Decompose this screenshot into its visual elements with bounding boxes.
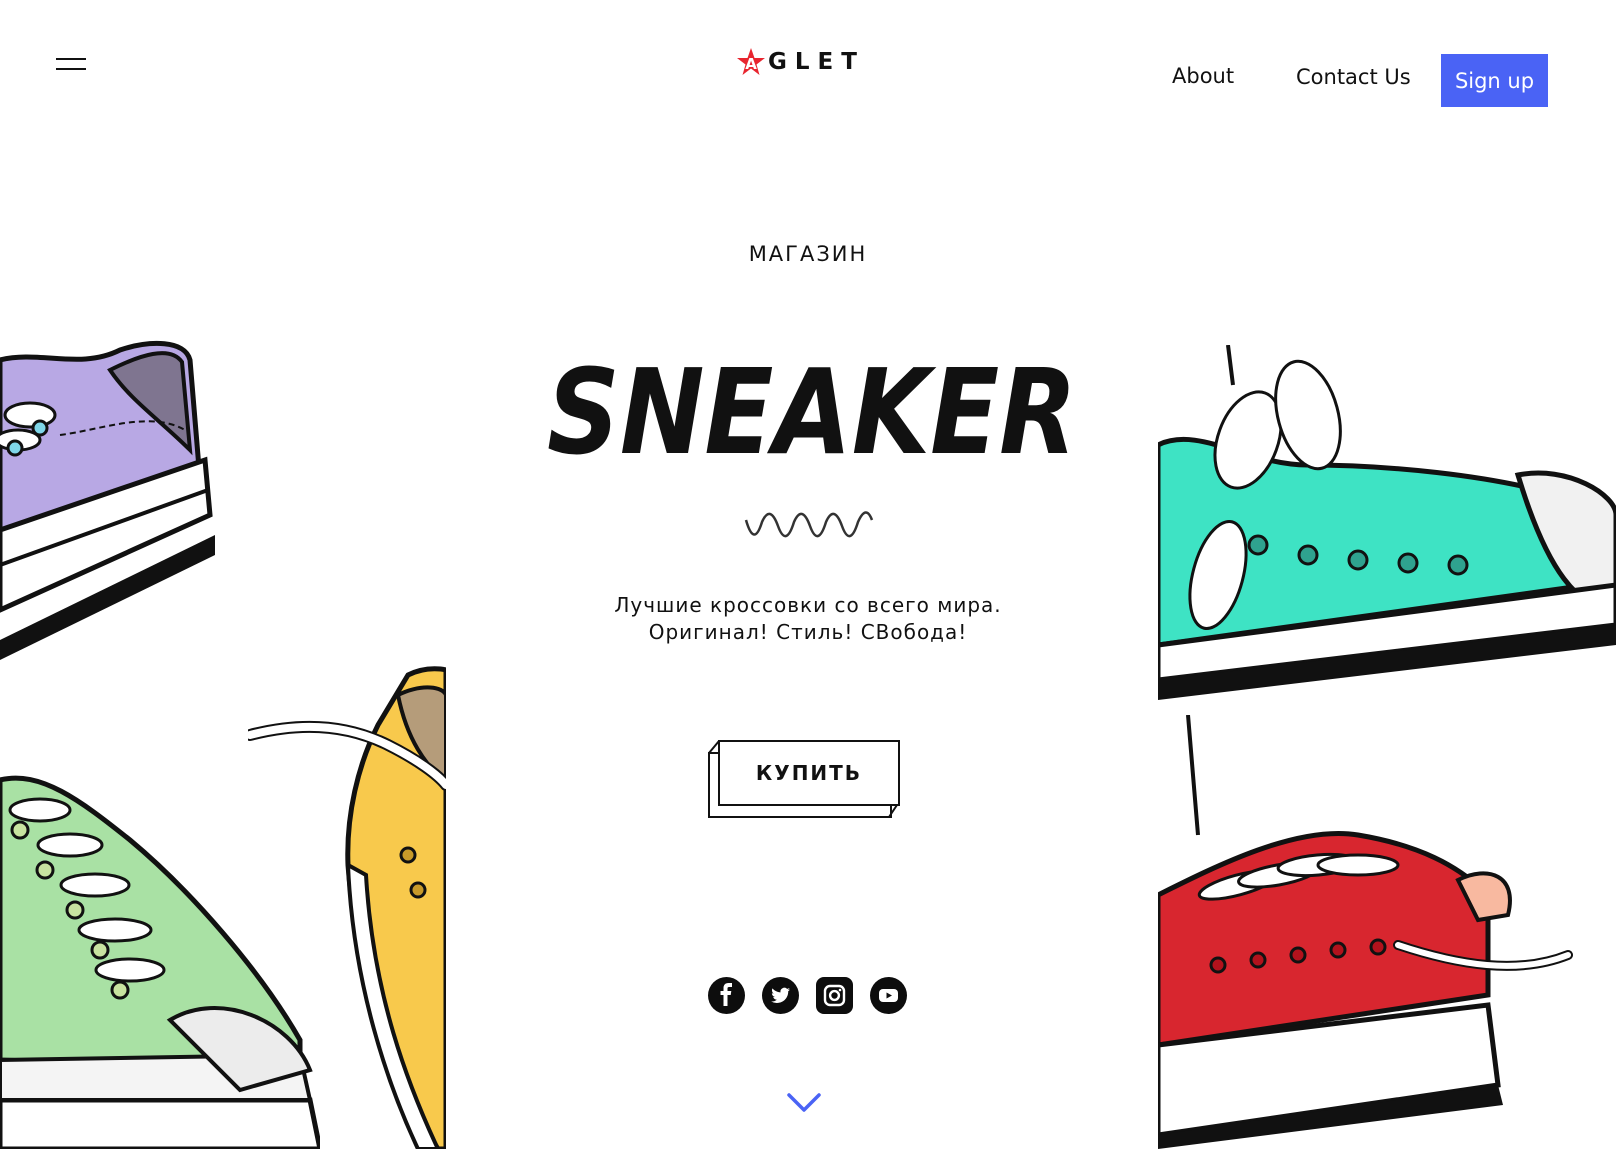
yellow-sneaker-illustration [248, 666, 446, 1149]
nav-contact-link[interactable]: Contact Us [1296, 65, 1411, 89]
menu-line-top [56, 58, 86, 60]
facebook-icon[interactable] [708, 977, 745, 1014]
store-kicker: МАГАЗИН [748, 242, 868, 266]
menu-line-bottom [56, 68, 86, 70]
social-links [708, 977, 907, 1014]
instagram-icon[interactable] [816, 977, 853, 1014]
twitter-icon[interactable] [762, 977, 799, 1014]
wave-divider [744, 511, 874, 538]
brand-logo[interactable]: A GLET [736, 44, 865, 80]
hero-tagline: Лучшие кроссовки со всего мира. Оригинал… [508, 592, 1108, 646]
purple-sneaker-illustration [0, 340, 215, 660]
red-sneaker-illustration [1158, 715, 1573, 1149]
sign-up-button[interactable]: Sign up [1441, 54, 1548, 107]
logo-text: GLET [768, 49, 865, 75]
tagline-line-2: Оригинал! Стиль! СВобода! [648, 620, 968, 644]
star-logo-icon: A [737, 48, 765, 75]
buy-button-label: КУПИТЬ [718, 740, 900, 806]
chevron-down-icon[interactable] [786, 1092, 822, 1114]
teal-sneaker-illustration [1158, 345, 1616, 700]
tagline-line-1: Лучшие кроссовки со всего мира. [614, 593, 1002, 617]
sneaker-title: SNEAKER [547, 345, 1077, 481]
youtube-icon[interactable] [870, 977, 907, 1014]
hamburger-menu-icon[interactable] [56, 54, 88, 72]
svg-text:A: A [745, 55, 757, 73]
buy-button[interactable]: КУПИТЬ [708, 740, 900, 820]
svg-text:SNEAKER: SNEAKER [547, 345, 1077, 481]
nav-about-link[interactable]: About [1172, 64, 1234, 88]
